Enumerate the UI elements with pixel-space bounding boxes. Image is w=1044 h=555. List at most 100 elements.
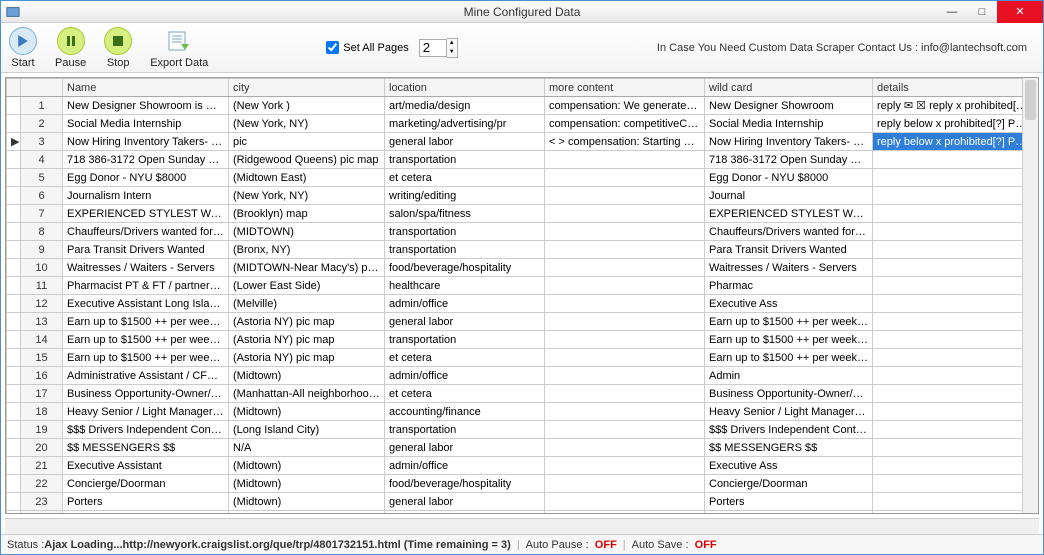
export-button[interactable]: Export Data (150, 27, 208, 69)
cell-name[interactable]: Pharmacist PT & FT / partnership opti... (63, 277, 229, 295)
cell-details[interactable] (873, 187, 1023, 205)
cell-location[interactable]: transportation (385, 241, 545, 259)
cell-city[interactable]: (Midtown) (229, 493, 385, 511)
cell-city[interactable]: (Astoria NY) pic map (229, 313, 385, 331)
cell-wild[interactable]: Waitresses / Waiters - Servers (705, 259, 873, 277)
cell-name[interactable]: Now Hiring Inventory Takers- Long Isl... (63, 133, 229, 151)
cell-location[interactable]: et cetera (385, 385, 545, 403)
cell-details[interactable] (873, 151, 1023, 169)
cell-name[interactable]: Administrative Assistant / CFO & Gov... (63, 367, 229, 385)
cell-wild[interactable]: Pharmac (705, 277, 873, 295)
cell-name[interactable]: Chauffeurs/Drivers wanted for busy Li... (63, 223, 229, 241)
cell-name[interactable]: Executive Assistant Long Island Resi... (63, 295, 229, 313)
maximize-button[interactable]: □ (967, 1, 997, 23)
cell-name[interactable]: Earn up to $1500 ++ per week - Profe... (63, 313, 229, 331)
cell-wild[interactable]: Earn up to $1500 ++ per week - Profe... (705, 313, 873, 331)
cell-city[interactable]: (New York, NY) (229, 187, 385, 205)
cell-details[interactable] (873, 349, 1023, 367)
page-spinner[interactable]: ▲▼ (447, 38, 458, 58)
cell-more[interactable] (545, 367, 705, 385)
cell-location[interactable]: healthcare (385, 277, 545, 295)
cell-name[interactable]: Online Opinion Study - $175 (63, 511, 229, 514)
cell-details[interactable] (873, 385, 1023, 403)
cell-location[interactable]: general labor (385, 439, 545, 457)
cell-city[interactable]: (New York ) (229, 97, 385, 115)
table-row[interactable]: 11Pharmacist PT & FT / partnership opti.… (7, 277, 1023, 295)
cell-wild[interactable]: Business Opportunity-Owner/Operator... (705, 385, 873, 403)
cell-more[interactable] (545, 223, 705, 241)
horizontal-scrollbar[interactable] (5, 518, 1039, 534)
cell-location[interactable]: food/beverage/hospitality (385, 475, 545, 493)
cell-more[interactable] (545, 151, 705, 169)
cell-location[interactable]: et cetera (385, 349, 545, 367)
cell-wild[interactable]: Para Transit Drivers Wanted (705, 241, 873, 259)
cell-city[interactable]: (Ridgewood Queens) pic map (229, 151, 385, 169)
cell-details[interactable] (873, 457, 1023, 475)
cell-details[interactable] (873, 169, 1023, 187)
cell-city[interactable]: (MIDTOWN-Near Macy's) pic map (229, 259, 385, 277)
cell-details[interactable] (873, 277, 1023, 295)
table-row[interactable]: 9Para Transit Drivers Wanted(Bronx, NY)t… (7, 241, 1023, 259)
cell-more[interactable]: < > compensation: Starting wage 9.5... (545, 133, 705, 151)
cell-wild[interactable]: Online Opinion Study - $175 (705, 511, 873, 514)
cell-location[interactable]: transportation (385, 151, 545, 169)
cell-city[interactable]: (Long Island City) (229, 421, 385, 439)
table-row[interactable]: 24Online Opinion Study - $175(Anywhere U… (7, 511, 1023, 514)
cell-more[interactable]: compensation: competitiveCompany ... (545, 115, 705, 133)
results-table[interactable]: Name city location more content wild car… (6, 78, 1022, 513)
cell-location[interactable]: et cetera (385, 169, 545, 187)
set-all-pages-checkbox[interactable] (326, 41, 339, 54)
cell-more[interactable] (545, 439, 705, 457)
cell-city[interactable]: N/A (229, 439, 385, 457)
cell-more[interactable] (545, 493, 705, 511)
cell-more[interactable] (545, 313, 705, 331)
cell-details[interactable]: reply ✉ ☒ reply x prohibited[?] Posted..… (873, 97, 1023, 115)
cell-name[interactable]: Heavy Senior / Light Manager Tax D... (63, 403, 229, 421)
col-indicator[interactable] (7, 79, 21, 97)
cell-more[interactable] (545, 241, 705, 259)
cell-city[interactable]: (New York, NY) (229, 115, 385, 133)
cell-details[interactable] (873, 313, 1023, 331)
cell-wild[interactable]: Now Hiring Inventory Takers- Long Isl... (705, 133, 873, 151)
cell-name[interactable]: $$ MESSENGERS $$ (63, 439, 229, 457)
cell-wild[interactable]: Executive Ass (705, 457, 873, 475)
table-row[interactable]: 14Earn up to $1500 ++ per week - Profe..… (7, 331, 1023, 349)
cell-details[interactable] (873, 493, 1023, 511)
table-row[interactable]: 5Egg Donor - NYU $8000(Midtown East)et c… (7, 169, 1023, 187)
cell-city[interactable]: (Astoria NY) pic map (229, 349, 385, 367)
table-row[interactable]: 8Chauffeurs/Drivers wanted for busy Li..… (7, 223, 1023, 241)
cell-more[interactable] (545, 385, 705, 403)
cell-details[interactable] (873, 223, 1023, 241)
cell-wild[interactable]: Social Media Internship (705, 115, 873, 133)
cell-details[interactable] (873, 259, 1023, 277)
page-number-input[interactable] (419, 39, 447, 57)
cell-name[interactable]: Journalism Intern (63, 187, 229, 205)
table-row[interactable]: ▶3Now Hiring Inventory Takers- Long Isl.… (7, 133, 1023, 151)
col-name[interactable]: Name (63, 79, 229, 97)
cell-more[interactable] (545, 295, 705, 313)
cell-details[interactable] (873, 205, 1023, 223)
table-row[interactable]: 16Administrative Assistant / CFO & Gov..… (7, 367, 1023, 385)
cell-details[interactable] (873, 403, 1023, 421)
cell-city[interactable]: (Melville) (229, 295, 385, 313)
scroll-thumb[interactable] (1025, 80, 1036, 120)
cell-details[interactable] (873, 367, 1023, 385)
cell-location[interactable]: transportation (385, 331, 545, 349)
close-button[interactable]: ✕ (997, 1, 1043, 23)
cell-location[interactable]: accounting/finance (385, 403, 545, 421)
cell-wild[interactable]: Porters (705, 493, 873, 511)
cell-more[interactable] (545, 403, 705, 421)
cell-wild[interactable]: Admin (705, 367, 873, 385)
minimize-button[interactable]: — (937, 1, 967, 23)
cell-city[interactable]: (Astoria NY) pic map (229, 331, 385, 349)
table-row[interactable]: 22Concierge/Doorman(Midtown)food/beverag… (7, 475, 1023, 493)
spin-down-icon[interactable]: ▼ (447, 48, 457, 57)
cell-more[interactable] (545, 421, 705, 439)
cell-wild[interactable]: Journal (705, 187, 873, 205)
cell-name[interactable]: Business Opportunity-Owner/Operato... (63, 385, 229, 403)
cell-name[interactable]: Egg Donor - NYU $8000 (63, 169, 229, 187)
cell-city[interactable]: (Lower East Side) (229, 277, 385, 295)
cell-city[interactable]: (Anywhere USA) (229, 511, 385, 514)
cell-name[interactable]: 718 386-3172 Open Sunday DMV D... (63, 151, 229, 169)
cell-wild[interactable]: Egg Donor - NYU $8000 (705, 169, 873, 187)
